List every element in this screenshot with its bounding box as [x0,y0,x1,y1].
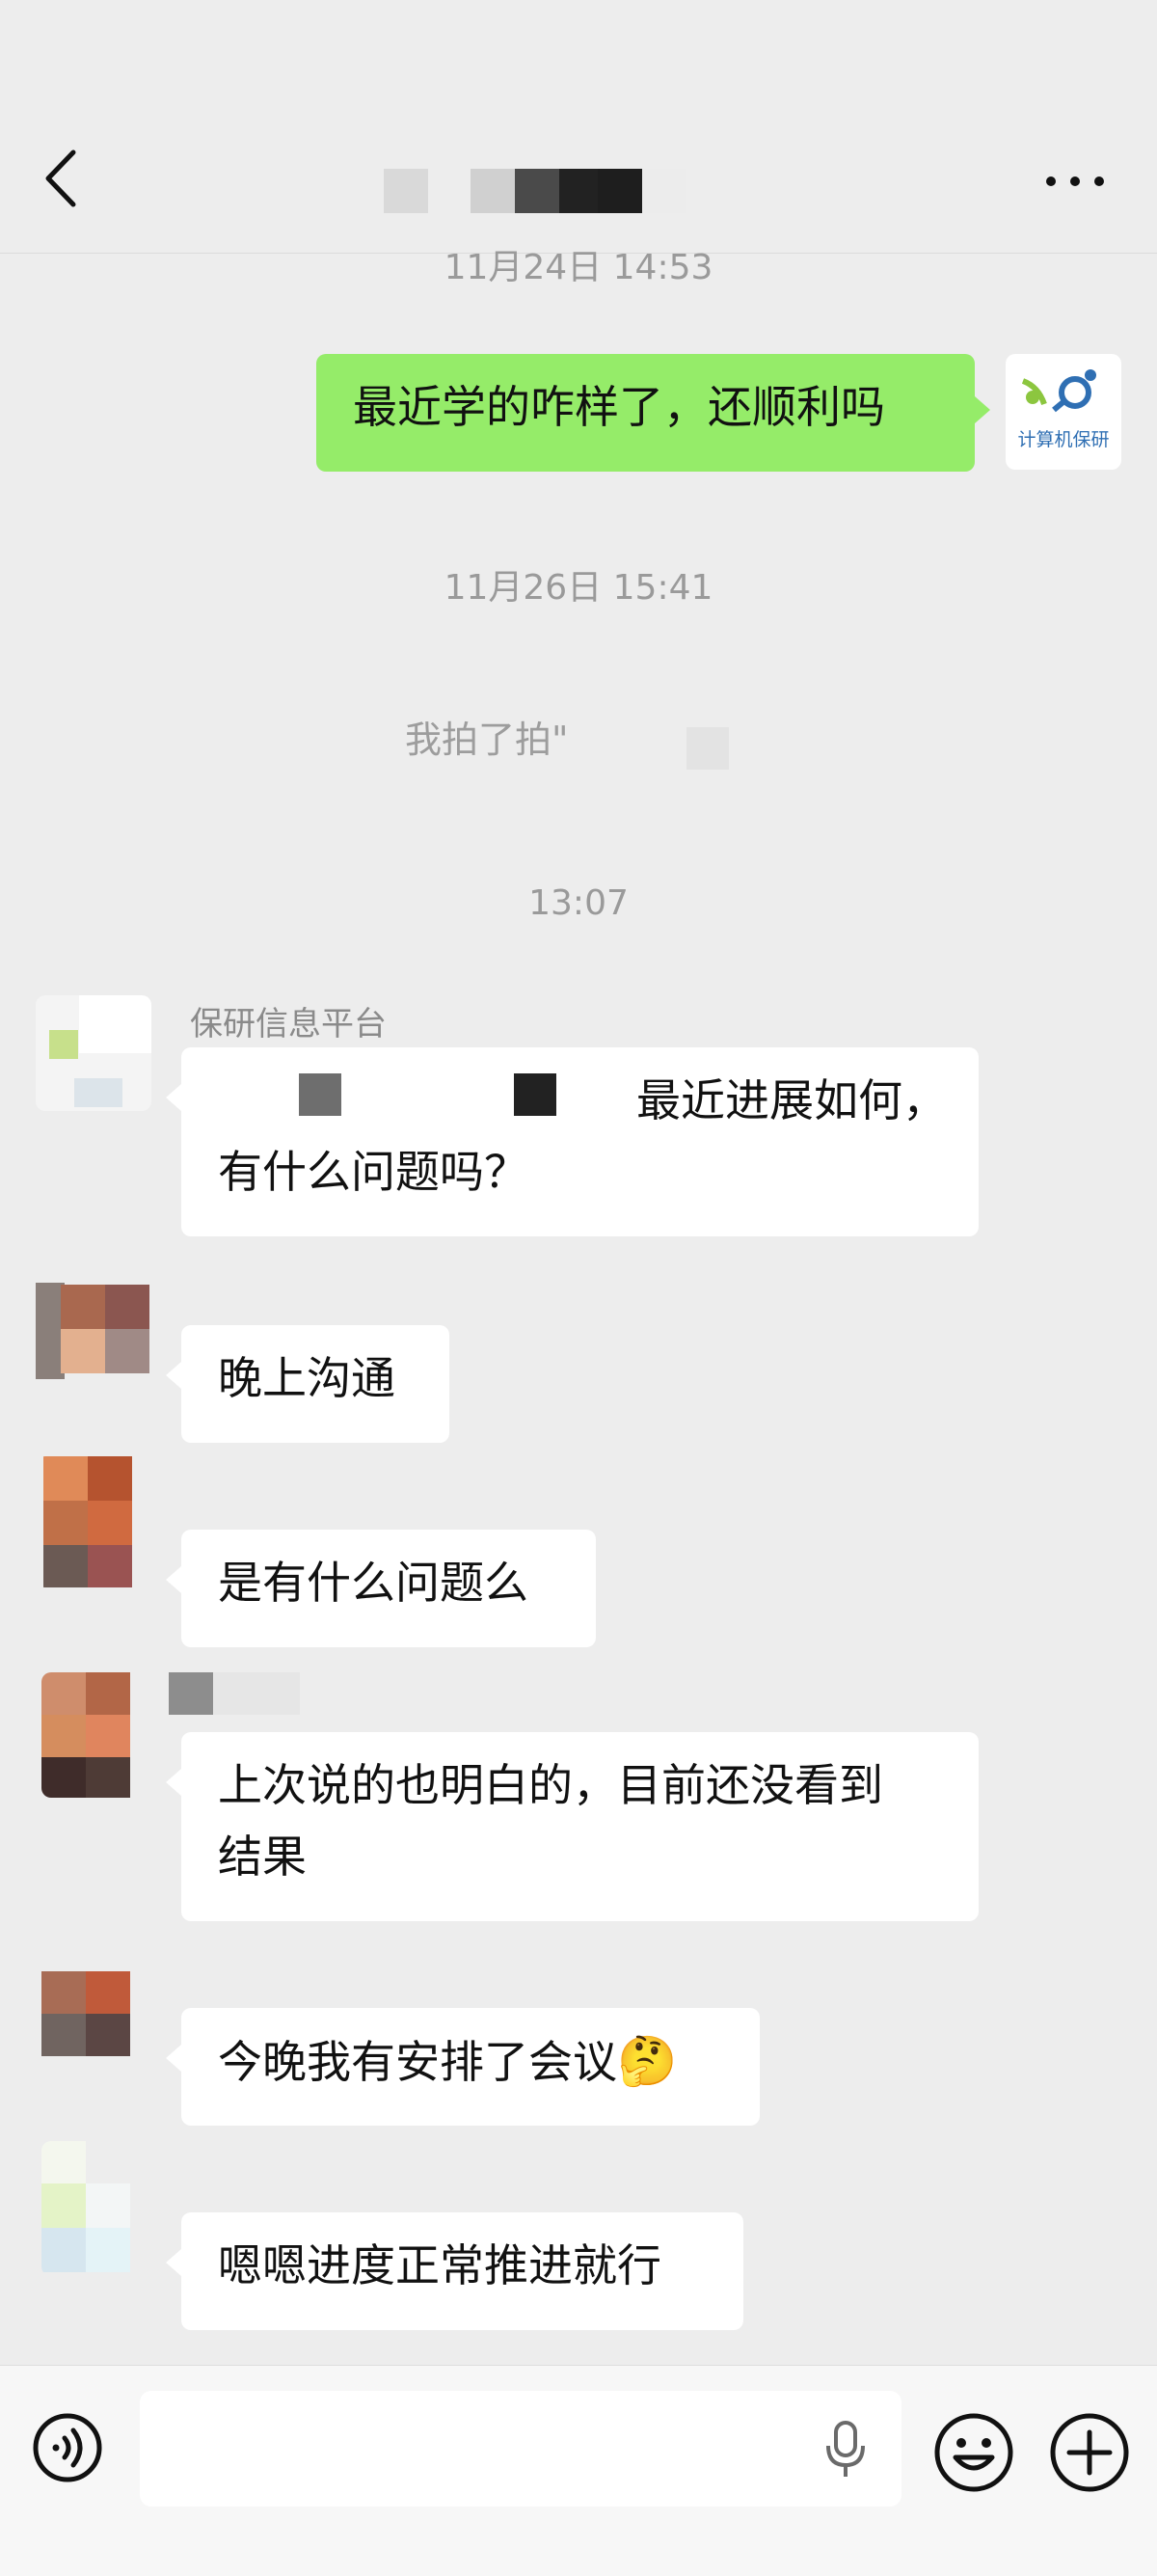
message-input[interactable] [140,2391,901,2507]
my-avatar[interactable]: 计算机保研 [1006,354,1121,470]
message-text: 是有什么问题么 [218,1557,528,1609]
my-message-bubble[interactable]: 最近学的咋样了，还顺利吗 [316,354,990,472]
sender-avatar[interactable] [41,2141,157,2276]
message-text: 晚上沟通 [218,1352,395,1404]
chat-header [0,0,1157,254]
message-bubble[interactable]: 今晚我有安排了会议🤔 [166,2008,760,2126]
sender-avatar[interactable] [36,1456,151,1587]
timestamp: 11月24日 14:53 [444,248,713,287]
message-bubble[interactable]: 晚上沟通 [166,1325,449,1443]
redacted-block [213,1672,300,1715]
message-bubble[interactable]: 最近进展如何， 有什么问题吗？ [166,1047,979,1236]
emoji-icon[interactable] [930,2409,1017,2496]
sender-avatar[interactable] [41,1958,157,2070]
logo-mark [1021,369,1096,413]
microphone-icon[interactable] [821,2419,870,2479]
sender-avatar[interactable] [36,995,151,1111]
message-text: 有什么问题吗？ [218,1146,528,1198]
message-text: 今晚我有安排了会议 [218,2036,617,2088]
chevron-left-icon[interactable] [39,145,87,212]
message-text: 最近进展如何， [636,1074,947,1126]
message-bubble[interactable]: 上次说的也明白的，目前还没看到 结果 [166,1732,979,1921]
chat-title-redacted [384,169,731,215]
plus-icon[interactable] [1046,2409,1133,2496]
redacted-block [514,1073,556,1116]
logo-text: 计算机保研 [1017,429,1110,450]
message-text: 嗯嗯进度正常推进就行 [218,2239,661,2291]
thinking-emoji-icon: 🤔 [617,2033,678,2089]
more-dots-icon[interactable] [1032,154,1118,203]
message-text: 上次说的也明白的，目前还没看到 [218,1759,883,1811]
system-pat-message: 我拍了拍" [405,719,569,761]
timestamp: 11月26日 15:41 [444,568,713,608]
timestamp: 13:07 [528,883,629,923]
message-text: 结果 [218,1830,307,1883]
message-bubble[interactable]: 是有什么问题么 [166,1530,596,1647]
redacted-block [686,727,729,770]
message-bubble[interactable]: 嗯嗯进度正常推进就行 [166,2212,743,2330]
message-text: 最近学的咋样了，还顺利吗 [353,381,885,433]
sender-avatar[interactable] [41,1672,157,1798]
redacted-block [299,1073,341,1116]
sender-name: 保研信息平台 [190,1005,387,1044]
voice-icon[interactable] [29,2409,148,2529]
redacted-block [169,1672,213,1715]
sender-avatar[interactable] [36,1273,151,1389]
